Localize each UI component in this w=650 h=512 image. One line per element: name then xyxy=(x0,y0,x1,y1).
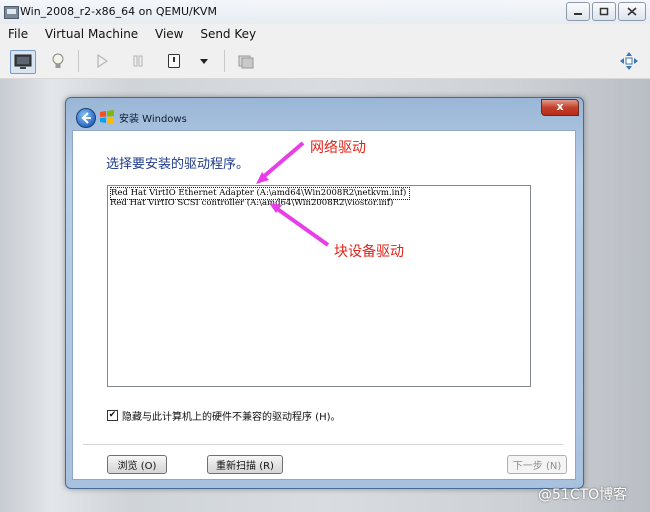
toolbar xyxy=(0,44,650,79)
console-icon[interactable] xyxy=(10,50,36,74)
annotation-network-driver: 网络驱动 xyxy=(310,140,366,156)
pause-icon[interactable] xyxy=(126,50,150,72)
dialog-content: 选择要安装的驱动程序。 Red Hat VirtIO Ethernet Adap… xyxy=(72,130,576,480)
screenshot-icon[interactable] xyxy=(234,50,258,72)
minimize-icon[interactable] xyxy=(566,2,590,21)
menubar: File Virtual Machine View Send Key xyxy=(0,24,650,44)
monitor-icon xyxy=(4,6,19,19)
window-titlebar: Win_2008_r2-x86_64 on QEMU/KVM xyxy=(0,0,650,25)
window-title: Win_2008_r2-x86_64 on QEMU/KVM xyxy=(20,5,217,18)
hide-incompatible-row: ✔ 隐藏与此计算机上的硬件不兼容的驱动程序 (H)。 xyxy=(107,408,341,423)
dialog-close-button[interactable]: x xyxy=(541,99,579,116)
play-icon[interactable] xyxy=(90,50,114,72)
fullscreen-move-icon[interactable] xyxy=(617,50,641,72)
page-prompt: 选择要安装的驱动程序。 xyxy=(106,157,250,172)
maximize-icon[interactable] xyxy=(592,2,616,21)
power-icon[interactable] xyxy=(162,50,186,72)
lightbulb-icon[interactable] xyxy=(46,50,70,72)
annotation-block-driver: 块设备驱动 xyxy=(334,244,404,260)
dropdown-icon[interactable] xyxy=(192,50,216,72)
divider xyxy=(83,444,563,445)
next-button[interactable]: 下一步 (N) xyxy=(507,455,567,474)
menu-view[interactable]: View xyxy=(147,24,188,41)
hide-incompatible-label[interactable]: 隐藏与此计算机上的硬件不兼容的驱动程序 (H)。 xyxy=(122,408,341,423)
watermark: @51CTO博客 xyxy=(538,487,628,503)
back-arrow-icon[interactable] xyxy=(76,108,96,128)
hide-incompatible-checkbox[interactable]: ✔ xyxy=(107,410,118,421)
driver-list[interactable]: Red Hat VirtIO Ethernet Adapter (A:\amd6… xyxy=(107,185,531,387)
windows-logo-icon xyxy=(100,110,114,124)
window-controls xyxy=(566,2,646,21)
driver-item-viostor[interactable]: Red Hat VirtIO SCSI controller (A:\amd64… xyxy=(110,198,396,209)
rescan-button[interactable]: 重新扫描 (R) xyxy=(207,455,283,474)
menu-file[interactable]: File xyxy=(0,24,33,41)
browse-button[interactable]: 浏览 (O) xyxy=(107,455,167,474)
menu-virtual-machine[interactable]: Virtual Machine xyxy=(37,24,143,41)
dialog-title: 安装 Windows xyxy=(119,114,187,125)
menu-send-key[interactable]: Send Key xyxy=(192,24,261,41)
close-icon[interactable] xyxy=(618,2,646,21)
